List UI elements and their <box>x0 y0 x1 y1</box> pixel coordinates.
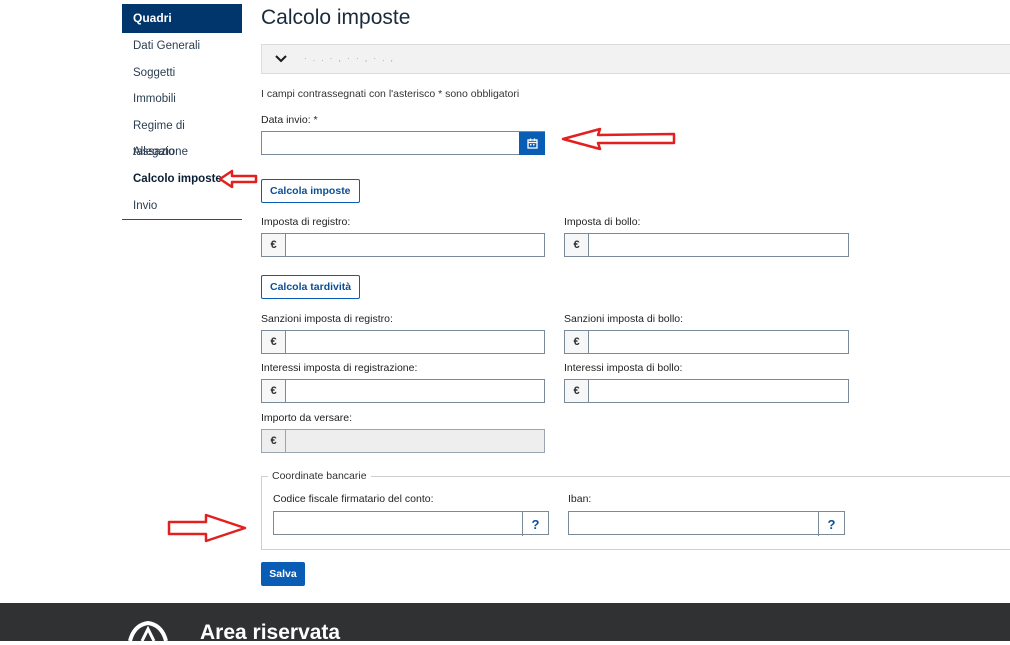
coordinate-bancarie-legend: Coordinate bancarie <box>268 470 371 482</box>
sanzioni-registro-label: Sanzioni imposta di registro: <box>261 313 393 325</box>
calcola-imposte-button[interactable]: Calcola imposte <box>261 179 360 203</box>
imposta-registro-label: Imposta di registro: <box>261 216 351 228</box>
sidebar-item-dati-generali[interactable]: Dati Generali <box>122 33 242 60</box>
sanzioni-bollo-label: Sanzioni imposta di bollo: <box>564 313 684 325</box>
imposta-bollo-field: € <box>564 233 849 257</box>
calendar-button[interactable] <box>519 132 545 155</box>
importo-versare-input <box>286 430 544 452</box>
interessi-bollo-input[interactable] <box>589 380 848 402</box>
importo-versare-field: € <box>261 429 545 453</box>
red-arrow-left-icon <box>561 127 676 151</box>
codice-fiscale-field: ? <box>273 511 549 536</box>
imposta-bollo-input[interactable] <box>589 234 848 256</box>
data-invio-input[interactable] <box>262 132 544 154</box>
agenzia-logo-icon <box>128 620 168 641</box>
blurred-text-placeholder: · . . · , · · , · . , <box>304 54 395 63</box>
sidebar-item-immobili[interactable]: Immobili <box>122 86 242 113</box>
interessi-registrazione-field: € <box>261 379 545 403</box>
sidebar-item-soggetti[interactable]: Soggetti <box>122 60 242 87</box>
codice-fiscale-input[interactable] <box>274 512 522 534</box>
imposta-registro-input[interactable] <box>286 234 544 256</box>
interessi-registrazione-label: Interessi imposta di registrazione: <box>261 362 418 374</box>
interessi-bollo-label: Interessi imposta di bollo: <box>564 362 683 374</box>
interessi-bollo-field: € <box>564 379 849 403</box>
data-invio-label: Data invio: * <box>261 114 318 126</box>
required-note: I campi contrassegnati con l'asterisco *… <box>261 88 520 100</box>
calcola-tardivita-button[interactable]: Calcola tardività <box>261 275 361 299</box>
footer-bar: Area riservata <box>0 603 1010 644</box>
sidebar-list: Dati Generali Soggetti Immobili Regime d… <box>122 33 242 221</box>
footer-title: Area riservata <box>200 621 341 644</box>
data-invio-field <box>261 131 545 155</box>
sidebar-item-regime-tassazione[interactable]: Regime di tassazione <box>122 113 242 159</box>
euro-icon: € <box>262 380 286 402</box>
interessi-registrazione-input[interactable] <box>286 380 544 402</box>
iban-field: ? <box>568 511 845 536</box>
sidebar-header: Quadri <box>122 4 242 33</box>
imposta-bollo-label: Imposta di bollo: <box>564 216 641 228</box>
iban-input[interactable] <box>569 512 818 534</box>
sidebar-item-invio[interactable]: Invio <box>122 193 242 220</box>
sanzioni-registro-field: € <box>261 330 545 354</box>
sanzioni-bollo-field: € <box>564 330 849 354</box>
iban-help-button[interactable]: ? <box>818 512 844 536</box>
sanzioni-registro-input[interactable] <box>286 331 544 353</box>
red-arrow-right-icon <box>167 513 247 543</box>
codice-fiscale-label: Codice fiscale firmatario del conto: <box>273 493 434 505</box>
euro-icon: € <box>262 234 286 256</box>
euro-icon: € <box>262 430 286 452</box>
chevron-down-icon <box>274 51 288 67</box>
red-arrow-left-icon <box>218 169 258 189</box>
collapsible-panel[interactable]: · . . · , · · , · . , <box>261 44 1010 74</box>
iban-label: Iban: <box>568 493 592 505</box>
codice-fiscale-help-button[interactable]: ? <box>522 512 548 536</box>
euro-icon: € <box>565 234 589 256</box>
imposta-registro-field: € <box>261 233 545 257</box>
page-title: Calcolo imposte <box>261 6 411 29</box>
calendar-icon <box>526 138 538 149</box>
sanzioni-bollo-input[interactable] <box>589 331 848 353</box>
importo-versare-label: Importo da versare: <box>261 412 353 424</box>
euro-icon: € <box>262 331 286 353</box>
euro-icon: € <box>565 331 589 353</box>
euro-icon: € <box>565 380 589 402</box>
salva-button[interactable]: Salva <box>261 562 305 586</box>
